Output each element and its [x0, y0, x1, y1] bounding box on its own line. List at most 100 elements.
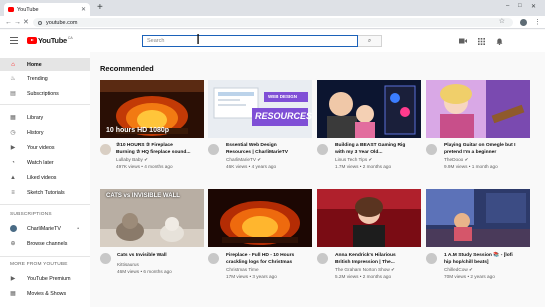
url-text: youtube.com: [46, 19, 78, 26]
channel-name[interactable]: TheDooo ✔: [444, 157, 528, 163]
sidebar-item-label: Home: [27, 61, 42, 68]
library-icon: ▦: [10, 114, 16, 121]
sidebar-item-label: Library: [27, 114, 44, 121]
video-thumbnail[interactable]: [317, 189, 421, 247]
sidebar-divider: [0, 256, 90, 257]
channel-avatar: [10, 225, 17, 232]
flame-icon: ♨: [10, 75, 16, 82]
video-thumbnail[interactable]: [426, 80, 530, 138]
channel-name[interactable]: Kittisaurus: [117, 262, 201, 268]
thumbnail-caption: RESOURCES: [255, 111, 312, 121]
tab-close-icon[interactable]: ✕: [81, 6, 86, 13]
thumbnail-subcaption: WEB DESIGN: [268, 94, 298, 99]
channel-avatar[interactable]: [208, 253, 219, 264]
browser-tab[interactable]: YouTube ✕: [4, 3, 90, 16]
video-title[interactable]: Playing Guitar on Omegle but Ipretend I'…: [444, 143, 528, 156]
sidebar-item-home[interactable]: ⌂ Home: [0, 58, 90, 71]
minimize-icon[interactable]: –: [506, 3, 509, 9]
sidebar-item-subscriptions[interactable]: ▤ Subscriptions: [0, 87, 90, 100]
video-title-line: pretend I'm a beginner: [444, 149, 497, 155]
video-thumbnail[interactable]: [208, 189, 312, 247]
channel-name[interactable]: Linus Tech Tips ✔: [335, 157, 419, 163]
sidebar-item-watch-later[interactable]: ◔ Watch later: [0, 156, 90, 169]
apps-grid-icon[interactable]: [478, 38, 485, 47]
video-title[interactable]: Essential Web Design Resources | CharliMa…: [226, 143, 310, 156]
video-meta: 9.9M views • 1 month ago: [444, 164, 498, 169]
address-bar[interactable]: youtube.com ☆: [33, 18, 513, 27]
sidebar-item-library[interactable]: ▦ Library: [0, 111, 90, 124]
video-title-line: Anna Kendrick's Hilarious: [335, 253, 396, 258]
browser-menu-icon[interactable]: ⋮: [534, 18, 541, 26]
maximize-icon[interactable]: □: [518, 3, 522, 9]
video-thumbnail[interactable]: [426, 189, 530, 247]
hamburger-menu-icon[interactable]: [10, 37, 18, 44]
video-title-line: Resources | CharliMarieTV: [226, 149, 288, 155]
video-title[interactable]: Anna Kendrick's Hilarious British Impress…: [335, 253, 419, 266]
thumbnail-caption: CATS vs INVISIBLE WALL: [106, 193, 180, 199]
profile-avatar[interactable]: [520, 19, 527, 26]
channel-avatar[interactable]: [317, 144, 328, 155]
guitar-thumbnail-image: [426, 80, 530, 138]
add-circle-icon: ⊕: [10, 240, 16, 247]
stop-icon[interactable]: ✕: [23, 17, 29, 28]
channel-name[interactable]: Lullaby Baby ✔: [116, 157, 200, 163]
video-title[interactable]: Building a BEAST Gaming Rig with my 3 Yea…: [335, 143, 419, 156]
channel-name[interactable]: ChilledCow ✔: [444, 267, 528, 273]
sidebar-item-your-videos[interactable]: ▶ Your videos: [0, 141, 90, 154]
channel-avatar[interactable]: [100, 253, 111, 264]
video-title-line: Playing Guitar on Omegle but I: [444, 143, 516, 148]
channel-name[interactable]: Christmas Time: [226, 267, 310, 273]
sidebar-item-label: YouTube Premium: [27, 275, 71, 282]
channel-avatar[interactable]: [100, 144, 111, 155]
sidebar-item-movies-shows[interactable]: ▦ Movies & Shows: [0, 287, 90, 300]
video-title-line: crackling logs for Christmas: [226, 259, 293, 265]
channel-avatar[interactable]: [317, 253, 328, 264]
search-button[interactable]: ⌕: [358, 35, 382, 47]
youtube-logo[interactable]: YouTube CA: [27, 36, 73, 45]
video-title-line: Fireplace - Full HD - 10 Hours: [226, 253, 295, 258]
video-title-line: British Impression | The...: [335, 259, 395, 265]
video-meta: 46K views • 4 years ago: [226, 164, 277, 169]
logo-text: YouTube: [38, 36, 67, 45]
video-title[interactable]: 1 A.M Study Session 📚 - [lofi hip hop/chi…: [444, 253, 528, 266]
subscriptions-icon: ▤: [10, 90, 16, 97]
notifications-bell-icon[interactable]: [496, 38, 503, 47]
channel-name[interactable]: The Graham Norton Show ✔: [335, 267, 419, 273]
search-input[interactable]: Search: [142, 35, 358, 47]
playlist-icon: ≡: [11, 189, 15, 196]
video-title[interactable]: Fireplace - Full HD - 10 Hours crackling …: [226, 253, 310, 266]
thumbnail-caption: 10 hours HD 1080p: [106, 127, 170, 134]
movies-icon: ▦: [10, 290, 16, 297]
channel-avatar[interactable]: [208, 144, 219, 155]
video-thumbnail[interactable]: CATS vs INVISIBLE WALL: [100, 189, 204, 247]
video-thumbnail[interactable]: WEB DESIGN RESOURCES: [208, 80, 312, 138]
video-thumbnail[interactable]: [317, 80, 421, 138]
video-title[interactable]: Cats vs Invisible Wall: [117, 253, 201, 260]
sidebar-item-browse-channels[interactable]: ⊕ Browse channels: [0, 237, 90, 250]
sidebar-item-liked-videos[interactable]: ▲ Liked videos: [0, 171, 90, 184]
video-title[interactable]: ✰10 HOURS ✰ Fireplace Burning ✰ HQ firepl…: [116, 143, 200, 156]
sidebar-item-trending[interactable]: ♨ Trending: [0, 72, 90, 85]
sidebar-item-history[interactable]: ◷ History: [0, 126, 90, 139]
sidebar-sub-charlimarietv[interactable]: CharliMarieTV •: [0, 222, 90, 235]
create-video-icon[interactable]: [459, 38, 467, 46]
bookmark-star-icon[interactable]: ☆: [499, 17, 505, 25]
channel-avatar[interactable]: [426, 144, 437, 155]
youtube-masthead: YouTube CA Search ⌕: [0, 30, 545, 52]
forward-icon[interactable]: →: [14, 17, 21, 28]
sidebar-item-sketch-tutorials[interactable]: ≡ Sketch Tutorials: [0, 186, 90, 199]
video-meta: 1.7M views • 2 months ago: [335, 164, 392, 169]
your-videos-icon: ▶: [10, 144, 16, 151]
channel-name[interactable]: CharliMarieTV ✔: [226, 157, 310, 163]
sidebar-item-label: Watch later: [27, 159, 54, 166]
video-title-line: 1 A.M Study Session 📚 - [lofi: [444, 253, 513, 258]
close-window-icon[interactable]: ✕: [531, 3, 536, 10]
video-meta: 17M views • 3 years ago: [226, 274, 277, 279]
web-design-thumbnail-image: [208, 80, 312, 138]
back-icon[interactable]: ←: [5, 17, 12, 28]
sidebar-item-label: Your videos: [27, 144, 55, 151]
sidebar-item-youtube-premium[interactable]: ▶ YouTube Premium: [0, 272, 90, 285]
video-thumbnail[interactable]: 10 hours HD 1080p: [100, 80, 204, 138]
new-tab-button[interactable]: +: [97, 2, 103, 14]
channel-avatar[interactable]: [426, 253, 437, 264]
